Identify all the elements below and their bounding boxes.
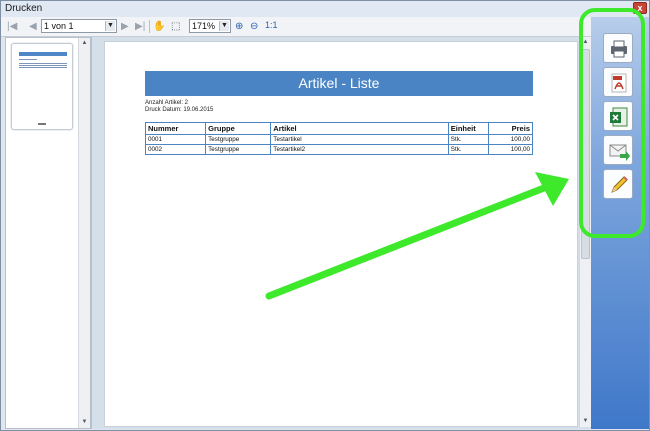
table-cell: Stk. bbox=[447, 144, 489, 155]
hand-tool-icon[interactable]: ✋ bbox=[153, 20, 165, 34]
thumbnail-scrollbar[interactable]: ▲ ▼ bbox=[78, 38, 90, 428]
select-tool-icon[interactable]: ⬚ bbox=[171, 20, 180, 34]
thumbnail-panel: ▲ ▼ bbox=[5, 37, 91, 429]
zoom-select-value: 171% bbox=[192, 21, 216, 31]
print-date: Druck Datum: 19.06.2015 bbox=[145, 107, 214, 113]
window-title: Drucken bbox=[5, 3, 43, 14]
actual-size-button[interactable]: 1:1 bbox=[265, 20, 278, 30]
toolbar: |◀ ◀ 1 von 1 ▼ ▶ ▶| ✋ ⬚ 171% ▼ ⊕ ⊖ 1:1 bbox=[1, 17, 591, 37]
table-row: 0001 Testgruppe Testartikel Stk. 100,00 bbox=[144, 134, 534, 145]
title-bar: Drucken x bbox=[1, 1, 649, 17]
table-cell: Testartikel bbox=[270, 134, 449, 145]
zoom-out-icon[interactable]: ⊖ bbox=[250, 20, 258, 34]
zoom-in-icon[interactable]: ⊕ bbox=[235, 20, 243, 34]
thumbnail-footer bbox=[38, 123, 46, 125]
thumbnail-title-bar bbox=[19, 52, 67, 56]
table-cell: 0002 bbox=[144, 144, 206, 155]
column-header: Artikel bbox=[270, 122, 449, 135]
table-cell: Testgruppe bbox=[205, 134, 271, 145]
page-select-value: 1 von 1 bbox=[44, 21, 74, 31]
table-cell: Testgruppe bbox=[205, 144, 271, 155]
print-icon bbox=[611, 40, 627, 58]
table-cell: 0001 bbox=[144, 134, 206, 145]
edit-icon bbox=[611, 176, 628, 193]
table-cell: Stk. bbox=[447, 134, 489, 145]
page-thumbnail[interactable] bbox=[11, 43, 73, 130]
edit-button[interactable] bbox=[603, 169, 633, 199]
report-page: Artikel - Liste Anzahl Artikel: 2 Druck … bbox=[104, 41, 578, 427]
chevron-down-icon: ▼ bbox=[219, 21, 229, 31]
table-cell: 100,00 bbox=[487, 134, 534, 145]
table-cell: 100,00 bbox=[487, 144, 534, 155]
toolbar-divider bbox=[149, 20, 150, 33]
table-row: 0002 Testgruppe Testartikel2 Stk. 100,00 bbox=[144, 144, 534, 155]
scroll-down-icon[interactable]: ▼ bbox=[581, 417, 590, 426]
prev-page-icon[interactable]: ◀ bbox=[29, 20, 37, 34]
column-header: Einheit bbox=[447, 122, 489, 135]
thumbnail-line bbox=[19, 65, 67, 66]
pdf-export-button[interactable] bbox=[603, 67, 633, 97]
column-header: Preis bbox=[487, 122, 534, 135]
action-sidebar bbox=[579, 8, 649, 429]
next-page-icon[interactable]: ▶ bbox=[121, 20, 129, 34]
last-page-icon[interactable]: ▶| bbox=[135, 20, 145, 34]
preview-area: Artikel - Liste Anzahl Artikel: 2 Druck … bbox=[91, 37, 591, 429]
chevron-down-icon: ▼ bbox=[105, 21, 115, 31]
email-button[interactable] bbox=[603, 135, 633, 165]
pdf-icon bbox=[611, 73, 627, 93]
article-table: Nummer Gruppe Artikel Einheit Preis 0001… bbox=[144, 122, 534, 155]
excel-icon bbox=[610, 107, 628, 127]
column-header: Gruppe bbox=[205, 122, 271, 135]
thumbnail-line bbox=[19, 59, 37, 60]
thumbnail-line bbox=[19, 63, 67, 64]
page-select[interactable]: 1 von 1 ▼ bbox=[41, 19, 117, 33]
report-title: Artikel - Liste bbox=[145, 71, 533, 96]
email-icon bbox=[609, 144, 630, 161]
print-button[interactable] bbox=[603, 33, 633, 63]
excel-export-button[interactable] bbox=[603, 101, 633, 131]
table-header-row: Nummer Gruppe Artikel Einheit Preis bbox=[144, 122, 534, 135]
column-header: Nummer bbox=[144, 122, 206, 135]
article-count: Anzahl Artikel: 2 bbox=[145, 100, 189, 106]
table-cell: Testartikel2 bbox=[270, 144, 449, 155]
scroll-up-icon[interactable]: ▲ bbox=[80, 39, 89, 48]
thumbnail-line bbox=[19, 67, 67, 68]
zoom-select[interactable]: 171% ▼ bbox=[189, 19, 231, 33]
print-preview-window: Drucken x |◀ ◀ 1 von 1 ▼ ▶ ▶| ✋ ⬚ 171% ▼… bbox=[0, 0, 650, 431]
scroll-down-icon[interactable]: ▼ bbox=[80, 418, 89, 427]
first-page-icon[interactable]: |◀ bbox=[7, 20, 17, 34]
